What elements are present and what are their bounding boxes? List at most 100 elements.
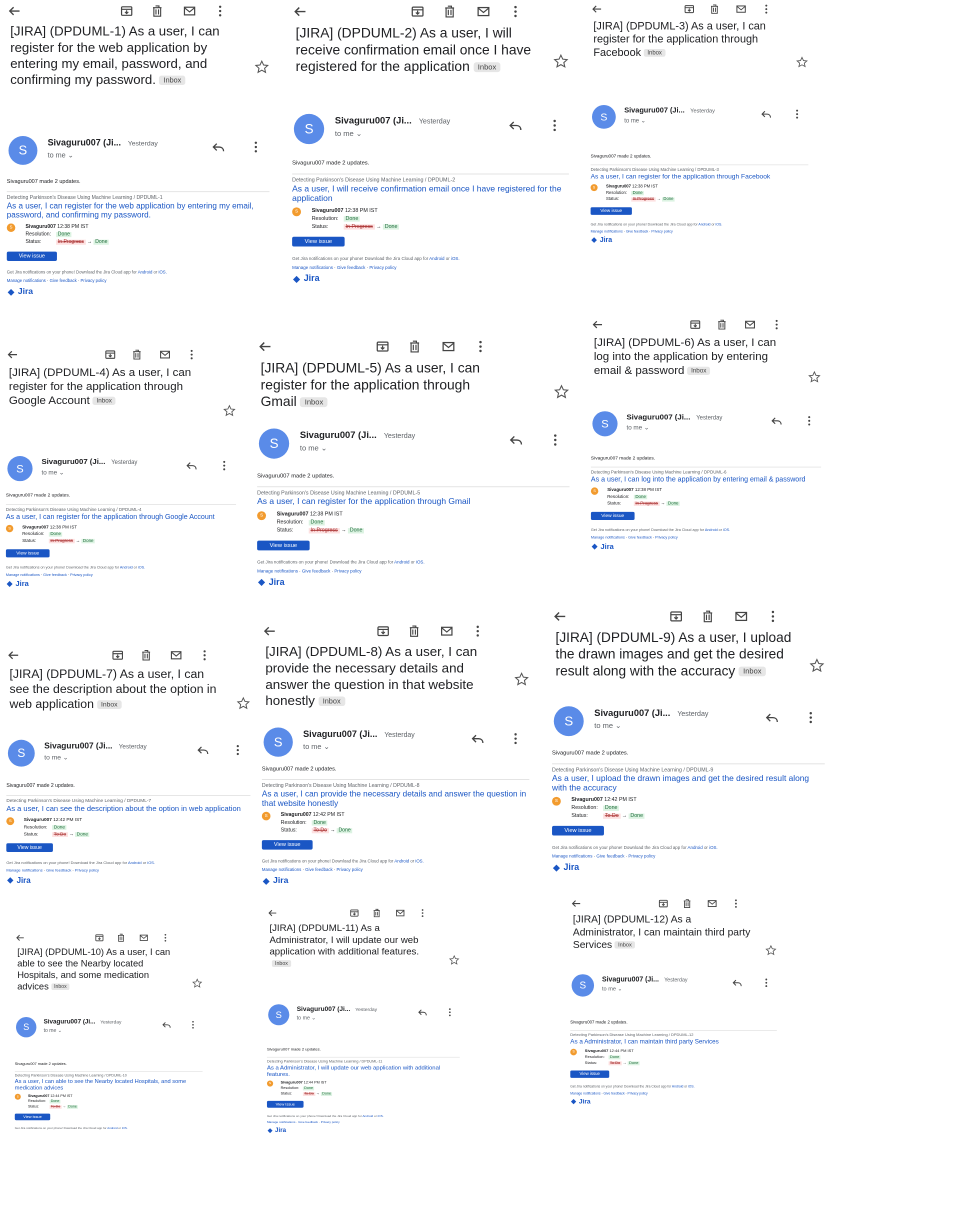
- ios-link[interactable]: iOS.: [723, 528, 730, 532]
- reply-icon[interactable]: [197, 744, 210, 757]
- archive-icon[interactable]: [349, 907, 360, 918]
- reply-icon[interactable]: [509, 118, 523, 132]
- archive-icon[interactable]: [119, 3, 134, 18]
- back-arrow-icon[interactable]: [591, 3, 604, 16]
- privacy-policy-link[interactable]: Privacy policy: [75, 868, 99, 873]
- more-vert-icon[interactable]: [765, 609, 781, 625]
- back-arrow-icon[interactable]: [292, 4, 308, 20]
- inbox-badge[interactable]: Inbox: [159, 75, 186, 86]
- issue-title-link[interactable]: As a user, I can register for the applic…: [6, 513, 236, 522]
- manage-notifications-link[interactable]: Manage notifications: [591, 229, 623, 233]
- android-link[interactable]: Android: [128, 860, 142, 865]
- archive-icon[interactable]: [375, 623, 390, 638]
- give-feedback-link[interactable]: Give feedback: [596, 854, 624, 859]
- inbox-badge[interactable]: Inbox: [318, 696, 345, 707]
- ios-link[interactable]: iOS.: [416, 560, 425, 565]
- manage-notifications-link[interactable]: Manage notifications: [6, 573, 40, 577]
- delete-icon[interactable]: [407, 339, 423, 355]
- back-arrow-icon[interactable]: [15, 932, 26, 943]
- privacy-policy-link[interactable]: Privacy policy: [321, 1121, 340, 1125]
- reply-icon[interactable]: [162, 1020, 172, 1030]
- more-vert-icon[interactable]: [803, 711, 817, 725]
- ios-link[interactable]: iOS.: [688, 1085, 694, 1089]
- recipient-details[interactable]: to me ⌄: [300, 444, 327, 454]
- inbox-badge[interactable]: Inbox: [300, 397, 328, 408]
- mail-icon[interactable]: [706, 898, 718, 910]
- more-vert-icon[interactable]: [508, 4, 524, 20]
- archive-icon[interactable]: [683, 3, 696, 16]
- privacy-policy-link[interactable]: Privacy policy: [651, 229, 672, 233]
- view-issue-button[interactable]: View issue: [5, 548, 50, 558]
- issue-title-link[interactable]: As a user, I can provide the necessary d…: [262, 790, 530, 808]
- give-feedback-link[interactable]: Give feedback: [626, 229, 648, 233]
- star-icon[interactable]: [236, 696, 251, 710]
- recipient-details[interactable]: to me ⌄: [44, 753, 68, 762]
- privacy-policy-link[interactable]: Privacy policy: [336, 868, 362, 873]
- privacy-policy-link[interactable]: Privacy policy: [81, 279, 107, 284]
- avatar[interactable]: S: [8, 136, 38, 165]
- manage-notifications-link[interactable]: Manage notifications: [262, 868, 301, 873]
- star-icon[interactable]: [192, 978, 203, 989]
- android-link[interactable]: Android: [120, 565, 133, 569]
- inbox-badge[interactable]: Inbox: [271, 960, 292, 968]
- back-arrow-icon[interactable]: [262, 623, 277, 638]
- delete-icon[interactable]: [406, 623, 421, 638]
- recipient-details[interactable]: to me ⌄: [335, 129, 362, 139]
- issue-title-link[interactable]: As a user, I upload the drawn images and…: [552, 774, 824, 793]
- avatar[interactable]: S: [263, 727, 293, 757]
- avatar[interactable]: S: [592, 411, 618, 437]
- star-icon[interactable]: [448, 954, 460, 966]
- back-arrow-icon[interactable]: [257, 339, 273, 355]
- view-issue-button[interactable]: View issue: [292, 236, 345, 247]
- inbox-badge[interactable]: Inbox: [97, 700, 122, 710]
- ios-link[interactable]: iOS.: [122, 1127, 128, 1130]
- avatar[interactable]: S: [258, 428, 290, 459]
- view-issue-button[interactable]: View issue: [266, 1100, 304, 1108]
- give-feedback-link[interactable]: Give feedback: [305, 868, 332, 873]
- more-vert-icon[interactable]: [792, 109, 803, 120]
- archive-icon[interactable]: [94, 932, 105, 943]
- mail-icon[interactable]: [439, 623, 454, 638]
- back-arrow-icon[interactable]: [7, 3, 22, 18]
- star-icon[interactable]: [808, 370, 821, 384]
- issue-title-link[interactable]: As a Administrator, I can maintain third…: [570, 1039, 777, 1046]
- manage-notifications-link[interactable]: Manage notifications: [267, 1121, 295, 1125]
- mail-icon[interactable]: [475, 4, 491, 20]
- avatar[interactable]: S: [268, 1004, 290, 1026]
- reply-icon[interactable]: [732, 978, 743, 989]
- view-issue-button[interactable]: View issue: [261, 840, 313, 850]
- give-feedback-link[interactable]: Give feedback: [337, 265, 365, 270]
- back-arrow-icon[interactable]: [570, 898, 582, 910]
- star-icon[interactable]: [765, 944, 777, 957]
- more-vert-icon[interactable]: [445, 1007, 455, 1017]
- view-issue-button[interactable]: View issue: [6, 251, 57, 261]
- avatar[interactable]: S: [571, 974, 595, 997]
- privacy-policy-link[interactable]: Privacy policy: [334, 569, 361, 574]
- star-icon[interactable]: [223, 404, 236, 417]
- archive-icon[interactable]: [410, 4, 426, 20]
- recipient-details[interactable]: to me ⌄: [303, 742, 329, 751]
- reply-icon[interactable]: [471, 732, 485, 746]
- ios-link[interactable]: iOS.: [147, 860, 155, 865]
- privacy-policy-link[interactable]: Privacy policy: [655, 535, 678, 539]
- recipient-details[interactable]: to me ⌄: [41, 469, 64, 477]
- more-vert-icon[interactable]: [548, 118, 562, 132]
- android-link[interactable]: Android: [394, 560, 409, 565]
- archive-icon[interactable]: [111, 648, 125, 662]
- more-vert-icon[interactable]: [760, 3, 773, 16]
- mail-icon[interactable]: [440, 339, 456, 355]
- issue-title-link[interactable]: As a user, I can register for the applic…: [591, 173, 809, 181]
- more-vert-icon[interactable]: [509, 732, 523, 746]
- reply-icon[interactable]: [509, 433, 523, 447]
- inbox-badge[interactable]: Inbox: [51, 983, 70, 991]
- more-vert-icon[interactable]: [185, 348, 198, 361]
- android-link[interactable]: Android: [107, 1127, 117, 1130]
- android-link[interactable]: Android: [698, 222, 710, 226]
- ios-link[interactable]: iOS.: [716, 222, 723, 226]
- give-feedback-link[interactable]: Give feedback: [50, 279, 77, 284]
- star-icon[interactable]: [254, 59, 270, 75]
- delete-icon[interactable]: [371, 907, 382, 918]
- give-feedback-link[interactable]: Give feedback: [302, 569, 330, 574]
- manage-notifications-link[interactable]: Manage notifications: [552, 854, 592, 859]
- back-arrow-icon[interactable]: [6, 348, 19, 361]
